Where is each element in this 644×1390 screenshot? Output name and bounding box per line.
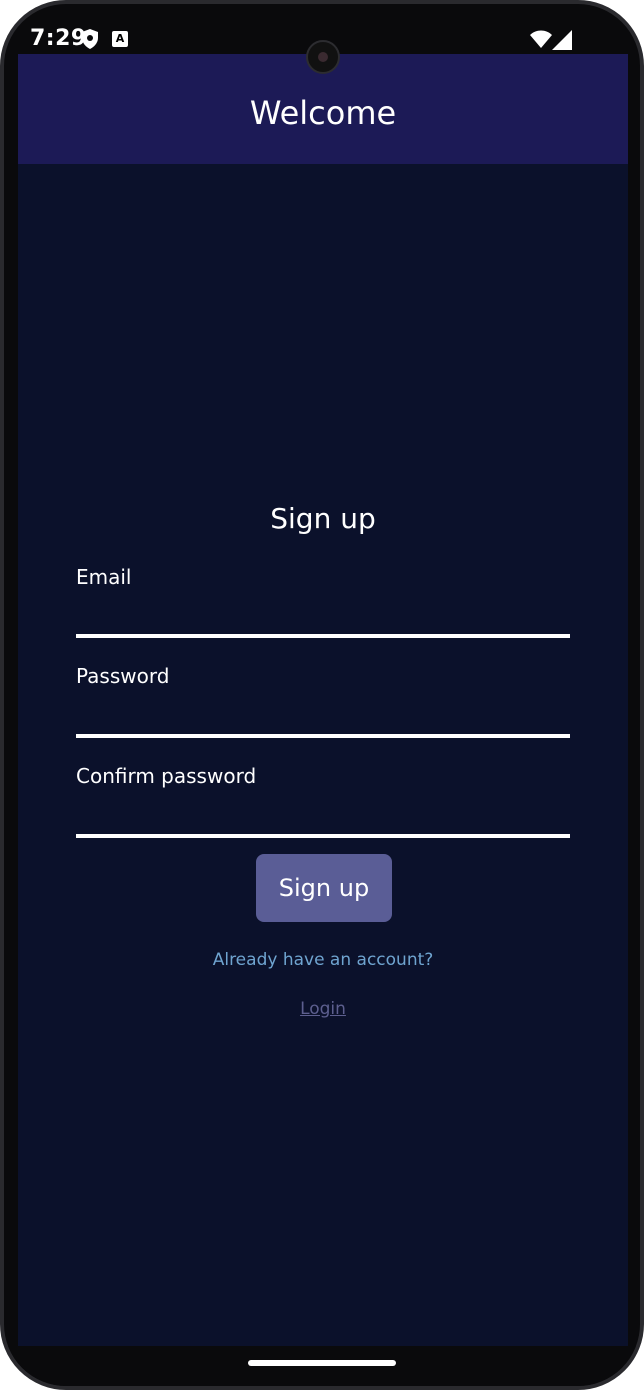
- email-field[interactable]: [76, 602, 570, 638]
- app-screen: Welcome Sign up Email Password Confirm p…: [18, 54, 628, 1346]
- front-camera: [306, 40, 340, 74]
- wifi-icon: [530, 30, 552, 48]
- login-link[interactable]: Login: [18, 999, 628, 1019]
- phone-frame: 7:29 A Welcome Sign up Email Password Co…: [0, 0, 644, 1390]
- confirm-password-field[interactable]: [76, 802, 570, 838]
- signal-icon: [552, 30, 572, 50]
- app-bar-title: Welcome: [249, 94, 397, 132]
- already-have-account-text: Already have an account?: [212, 950, 434, 970]
- email-label: Email: [76, 565, 132, 589]
- home-indicator[interactable]: [248, 1360, 396, 1366]
- app-notification-icon: A: [112, 31, 128, 47]
- form-title: Sign up: [270, 502, 376, 535]
- navigation-bar: [4, 1346, 640, 1386]
- sign-up-button[interactable]: Sign up: [256, 854, 392, 922]
- shield-icon: [82, 29, 98, 49]
- status-time: 7:29: [30, 26, 87, 51]
- password-field[interactable]: [76, 702, 570, 738]
- password-label: Password: [76, 664, 170, 688]
- confirm-password-label: Confirm password: [76, 764, 257, 788]
